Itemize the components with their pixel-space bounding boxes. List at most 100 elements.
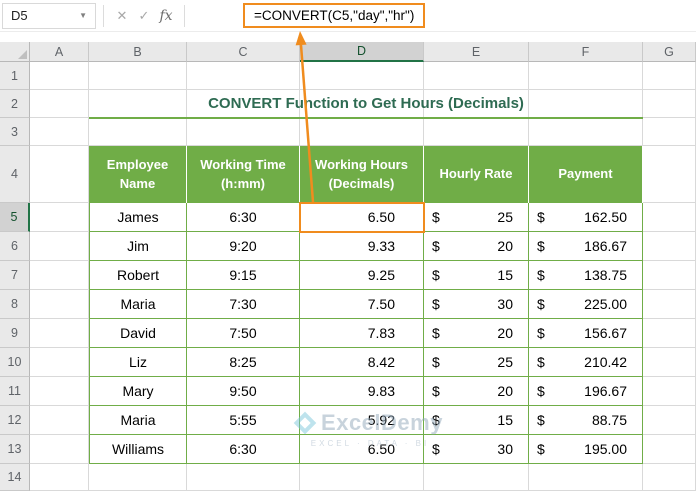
grid-cell[interactable] [30, 348, 89, 377]
table-header-cell[interactable]: Working Hours (Decimals) [300, 146, 424, 203]
grid-cell[interactable] [643, 290, 696, 319]
grid-cell[interactable] [424, 118, 529, 146]
grid-cell[interactable] [643, 203, 696, 232]
grid-cell[interactable] [529, 62, 643, 90]
working-hours-cell[interactable]: 7.83 [300, 319, 424, 348]
hourly-rate-cell[interactable]: $30 [424, 435, 529, 464]
column-header-f[interactable]: F [529, 42, 643, 62]
grid-cell[interactable] [529, 464, 643, 491]
row-header-8[interactable]: 8 [0, 290, 30, 319]
working-hours-cell[interactable]: 6.50 [300, 203, 424, 232]
payment-cell[interactable]: $196.67 [529, 377, 643, 406]
hourly-rate-cell[interactable]: $20 [424, 232, 529, 261]
employee-name-cell[interactable]: Williams [89, 435, 187, 464]
grid-cell[interactable] [643, 146, 696, 203]
grid-cell[interactable] [643, 377, 696, 406]
row-header-7[interactable]: 7 [0, 261, 30, 290]
grid-cell[interactable] [30, 435, 89, 464]
payment-cell[interactable]: $88.75 [529, 406, 643, 435]
table-header-cell[interactable]: Payment [529, 146, 643, 203]
hourly-rate-cell[interactable]: $15 [424, 261, 529, 290]
payment-cell[interactable]: $138.75 [529, 261, 643, 290]
row-header-11[interactable]: 11 [0, 377, 30, 406]
working-hours-cell[interactable]: 7.50 [300, 290, 424, 319]
insert-function-icon[interactable]: fx [155, 8, 177, 24]
name-box[interactable]: D5 ▼ [2, 2, 96, 29]
payment-cell[interactable]: $156.67 [529, 319, 643, 348]
working-hours-cell[interactable]: 6.50 [300, 435, 424, 464]
hourly-rate-cell[interactable]: $25 [424, 348, 529, 377]
working-time-cell[interactable]: 8:25 [187, 348, 300, 377]
column-header-a[interactable]: A [30, 42, 89, 62]
grid-cell[interactable] [30, 261, 89, 290]
row-header-3[interactable]: 3 [0, 118, 30, 146]
column-header-e[interactable]: E [424, 42, 529, 62]
grid-cell[interactable] [30, 319, 89, 348]
grid-cell[interactable] [424, 464, 529, 491]
hourly-rate-cell[interactable]: $25 [424, 203, 529, 232]
table-header-cell[interactable]: Working Time (h:mm) [187, 146, 300, 203]
working-hours-cell[interactable]: 9.83 [300, 377, 424, 406]
grid-cell[interactable] [30, 146, 89, 203]
grid-cell[interactable] [30, 90, 89, 118]
row-header-5[interactable]: 5 [0, 203, 30, 232]
working-time-cell[interactable]: 9:15 [187, 261, 300, 290]
row-header-2[interactable]: 2 [0, 90, 30, 118]
employee-name-cell[interactable]: Maria [89, 290, 187, 319]
column-header-g[interactable]: G [643, 42, 696, 62]
row-header-14[interactable]: 14 [0, 464, 30, 491]
table-header-cell[interactable]: Hourly Rate [424, 146, 529, 203]
employee-name-cell[interactable]: Mary [89, 377, 187, 406]
grid-cell[interactable] [300, 62, 424, 90]
row-header-13[interactable]: 13 [0, 435, 30, 464]
grid-cell[interactable] [30, 464, 89, 491]
grid-cell[interactable] [643, 406, 696, 435]
grid-cell[interactable] [643, 232, 696, 261]
column-header-c[interactable]: C [187, 42, 300, 62]
working-time-cell[interactable]: 9:20 [187, 232, 300, 261]
employee-name-cell[interactable]: Jim [89, 232, 187, 261]
hourly-rate-cell[interactable]: $30 [424, 290, 529, 319]
payment-cell[interactable]: $210.42 [529, 348, 643, 377]
grid-cell[interactable] [643, 319, 696, 348]
grid-cell[interactable] [643, 464, 696, 491]
working-time-cell[interactable]: 6:30 [187, 435, 300, 464]
enter-icon[interactable]: ✓ [133, 8, 155, 24]
working-time-cell[interactable]: 7:50 [187, 319, 300, 348]
grid-cell[interactable] [30, 203, 89, 232]
row-header-9[interactable]: 9 [0, 319, 30, 348]
working-time-cell[interactable]: 9:50 [187, 377, 300, 406]
grid-cell[interactable] [30, 232, 89, 261]
employee-name-cell[interactable]: Liz [89, 348, 187, 377]
grid-cell[interactable] [643, 62, 696, 90]
hourly-rate-cell[interactable]: $20 [424, 319, 529, 348]
employee-name-cell[interactable]: Robert [89, 261, 187, 290]
row-header-4[interactable]: 4 [0, 146, 30, 203]
working-hours-cell[interactable]: 9.25 [300, 261, 424, 290]
grid-cell[interactable] [89, 118, 187, 146]
payment-cell[interactable]: $186.67 [529, 232, 643, 261]
grid-cell[interactable] [300, 464, 424, 491]
grid-cell[interactable] [30, 406, 89, 435]
working-time-cell[interactable]: 6:30 [187, 203, 300, 232]
hourly-rate-cell[interactable]: $20 [424, 377, 529, 406]
working-hours-cell[interactable]: 8.42 [300, 348, 424, 377]
grid-cell[interactable] [643, 348, 696, 377]
grid-cell[interactable] [643, 90, 696, 118]
grid-cell[interactable] [187, 464, 300, 491]
payment-cell[interactable]: $225.00 [529, 290, 643, 319]
working-hours-cell[interactable]: 9.33 [300, 232, 424, 261]
grid-cell[interactable] [30, 377, 89, 406]
payment-cell[interactable]: $195.00 [529, 435, 643, 464]
hourly-rate-cell[interactable]: $15 [424, 406, 529, 435]
grid-cell[interactable] [424, 62, 529, 90]
cancel-icon[interactable]: ✕ [111, 8, 133, 24]
employee-name-cell[interactable]: David [89, 319, 187, 348]
column-header-d[interactable]: D [300, 42, 424, 62]
grid-cell[interactable] [89, 464, 187, 491]
grid-cell[interactable] [187, 62, 300, 90]
grid-cell[interactable] [300, 118, 424, 146]
row-header-1[interactable]: 1 [0, 62, 30, 90]
grid-cell[interactable] [89, 62, 187, 90]
row-header-10[interactable]: 10 [0, 348, 30, 377]
